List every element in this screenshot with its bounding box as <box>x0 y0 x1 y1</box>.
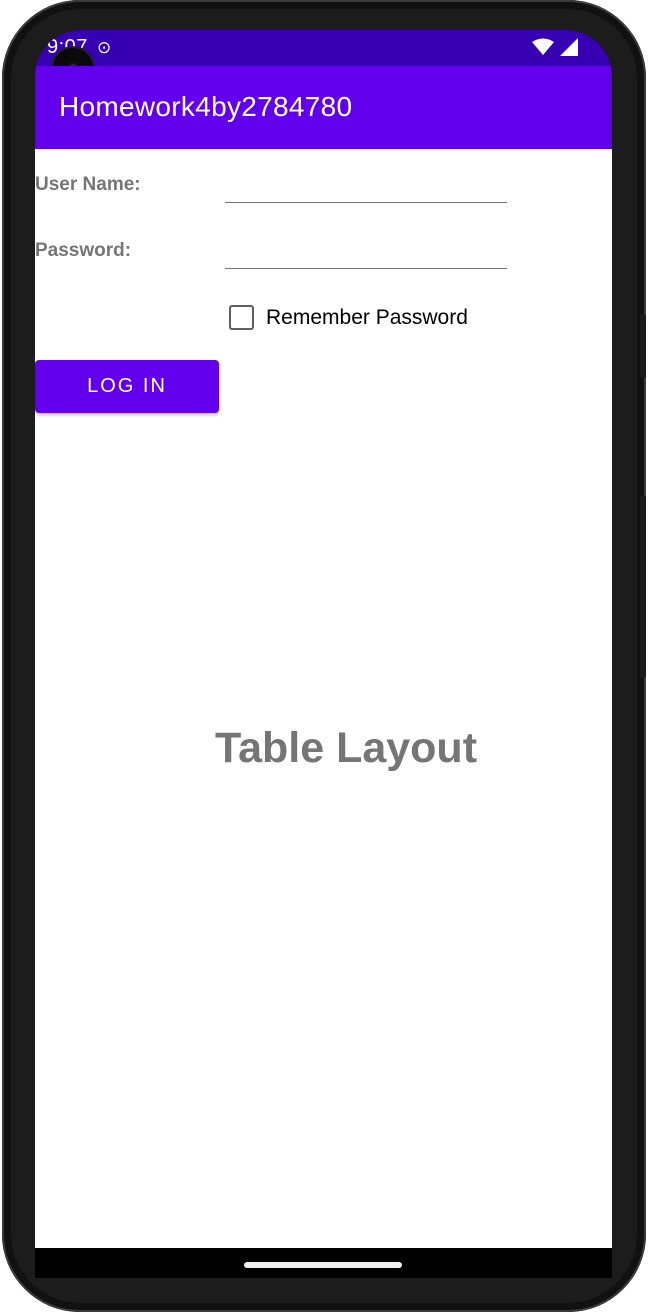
home-gesture-handle[interactable] <box>244 1262 402 1268</box>
username-label: User Name: <box>35 174 141 195</box>
remember-password-row[interactable]: Remember Password <box>229 305 468 330</box>
power-button <box>640 314 646 378</box>
wifi-icon <box>532 38 554 55</box>
content-area: User Name: Password: Remember Password L… <box>35 149 612 1248</box>
cell-signal-icon <box>560 38 578 56</box>
navigation-bar <box>35 1248 612 1278</box>
sync-icon: ⊙ <box>97 38 112 57</box>
phone-frame: 9:07 ⊙ Homework4by2784780 User Name: Pas… <box>2 0 646 1312</box>
password-field[interactable] <box>225 233 507 269</box>
volume-button <box>640 496 646 678</box>
username-field[interactable] <box>225 167 507 203</box>
password-label: Password: <box>35 240 132 261</box>
status-bar: 9:07 ⊙ <box>35 30 612 66</box>
remember-password-checkbox[interactable] <box>229 305 254 330</box>
app-title: Homework4by2784780 <box>59 91 353 122</box>
app-bar: Homework4by2784780 <box>35 66 612 149</box>
status-icons <box>532 38 578 56</box>
login-button[interactable]: LOG IN <box>35 360 219 413</box>
remember-password-label: Remember Password <box>266 305 468 329</box>
page-title: Table Layout <box>215 724 478 772</box>
screen: 9:07 ⊙ Homework4by2784780 User Name: Pas… <box>35 30 612 1278</box>
